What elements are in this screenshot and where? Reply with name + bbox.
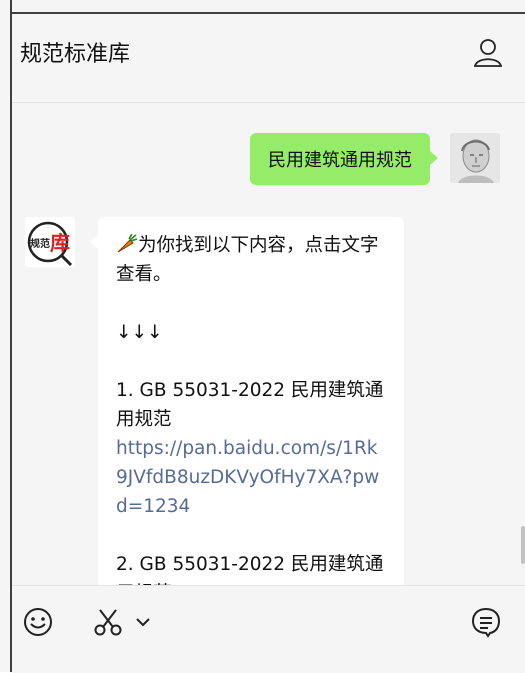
- received-message-bubble[interactable]: 为你找到以下内容，点击文字查看。 ↓↓↓ 1. GB 55031-2022 民用…: [90, 217, 404, 585]
- intro-text: 为你找到以下内容，点击文字查看。: [116, 235, 379, 285]
- chevron-down-icon[interactable]: [134, 613, 152, 631]
- item1-title: 1. GB 55031-2022 民用建筑通用规范: [116, 380, 384, 430]
- bot-avatar[interactable]: 规范 库: [25, 217, 75, 267]
- item1-link[interactable]: https://pan.baidu.com/s/1Rk9JVfdB8uzDKVy…: [116, 434, 386, 521]
- scissors-icon[interactable]: [92, 606, 124, 638]
- bot-logo-text-right: 库: [50, 231, 70, 255]
- bot-logo-image: 规范 库: [25, 217, 75, 267]
- item2-title: 2. GB 55031-2022 民用建筑通用规范: [116, 554, 384, 585]
- input-toolbar: [12, 585, 525, 673]
- intro-line: 为你找到以下内容，点击文字查看。: [116, 231, 386, 289]
- chat-bubble-icon[interactable]: [470, 606, 502, 638]
- user-avatar[interactable]: [450, 133, 500, 183]
- person-icon[interactable]: [473, 38, 503, 68]
- sent-message-text: 民用建筑通用规范: [268, 150, 412, 171]
- chat-window: 规范标准库 民用建筑通用规范 规范 库 为你找到以下内容，点击文字查看。 ↓↓↓…: [0, 0, 525, 673]
- bot-logo-text-left: 规范: [30, 237, 50, 250]
- smile-icon[interactable]: [22, 606, 54, 638]
- chat-header: 规范标准库: [12, 14, 525, 103]
- message-list[interactable]: 民用建筑通用规范 规范 库 为你找到以下内容，点击文字查看。 ↓↓↓ 1. GB…: [12, 103, 525, 585]
- sent-message-bubble[interactable]: 民用建筑通用规范: [250, 133, 438, 185]
- carrot-icon: [117, 233, 138, 253]
- arrows-text: ↓↓↓: [116, 322, 163, 343]
- user-portrait-image: [450, 133, 500, 183]
- scrollbar[interactable]: [521, 103, 525, 585]
- chat-title: 规范标准库: [20, 42, 131, 67]
- scrollbar-thumb[interactable]: [521, 526, 525, 564]
